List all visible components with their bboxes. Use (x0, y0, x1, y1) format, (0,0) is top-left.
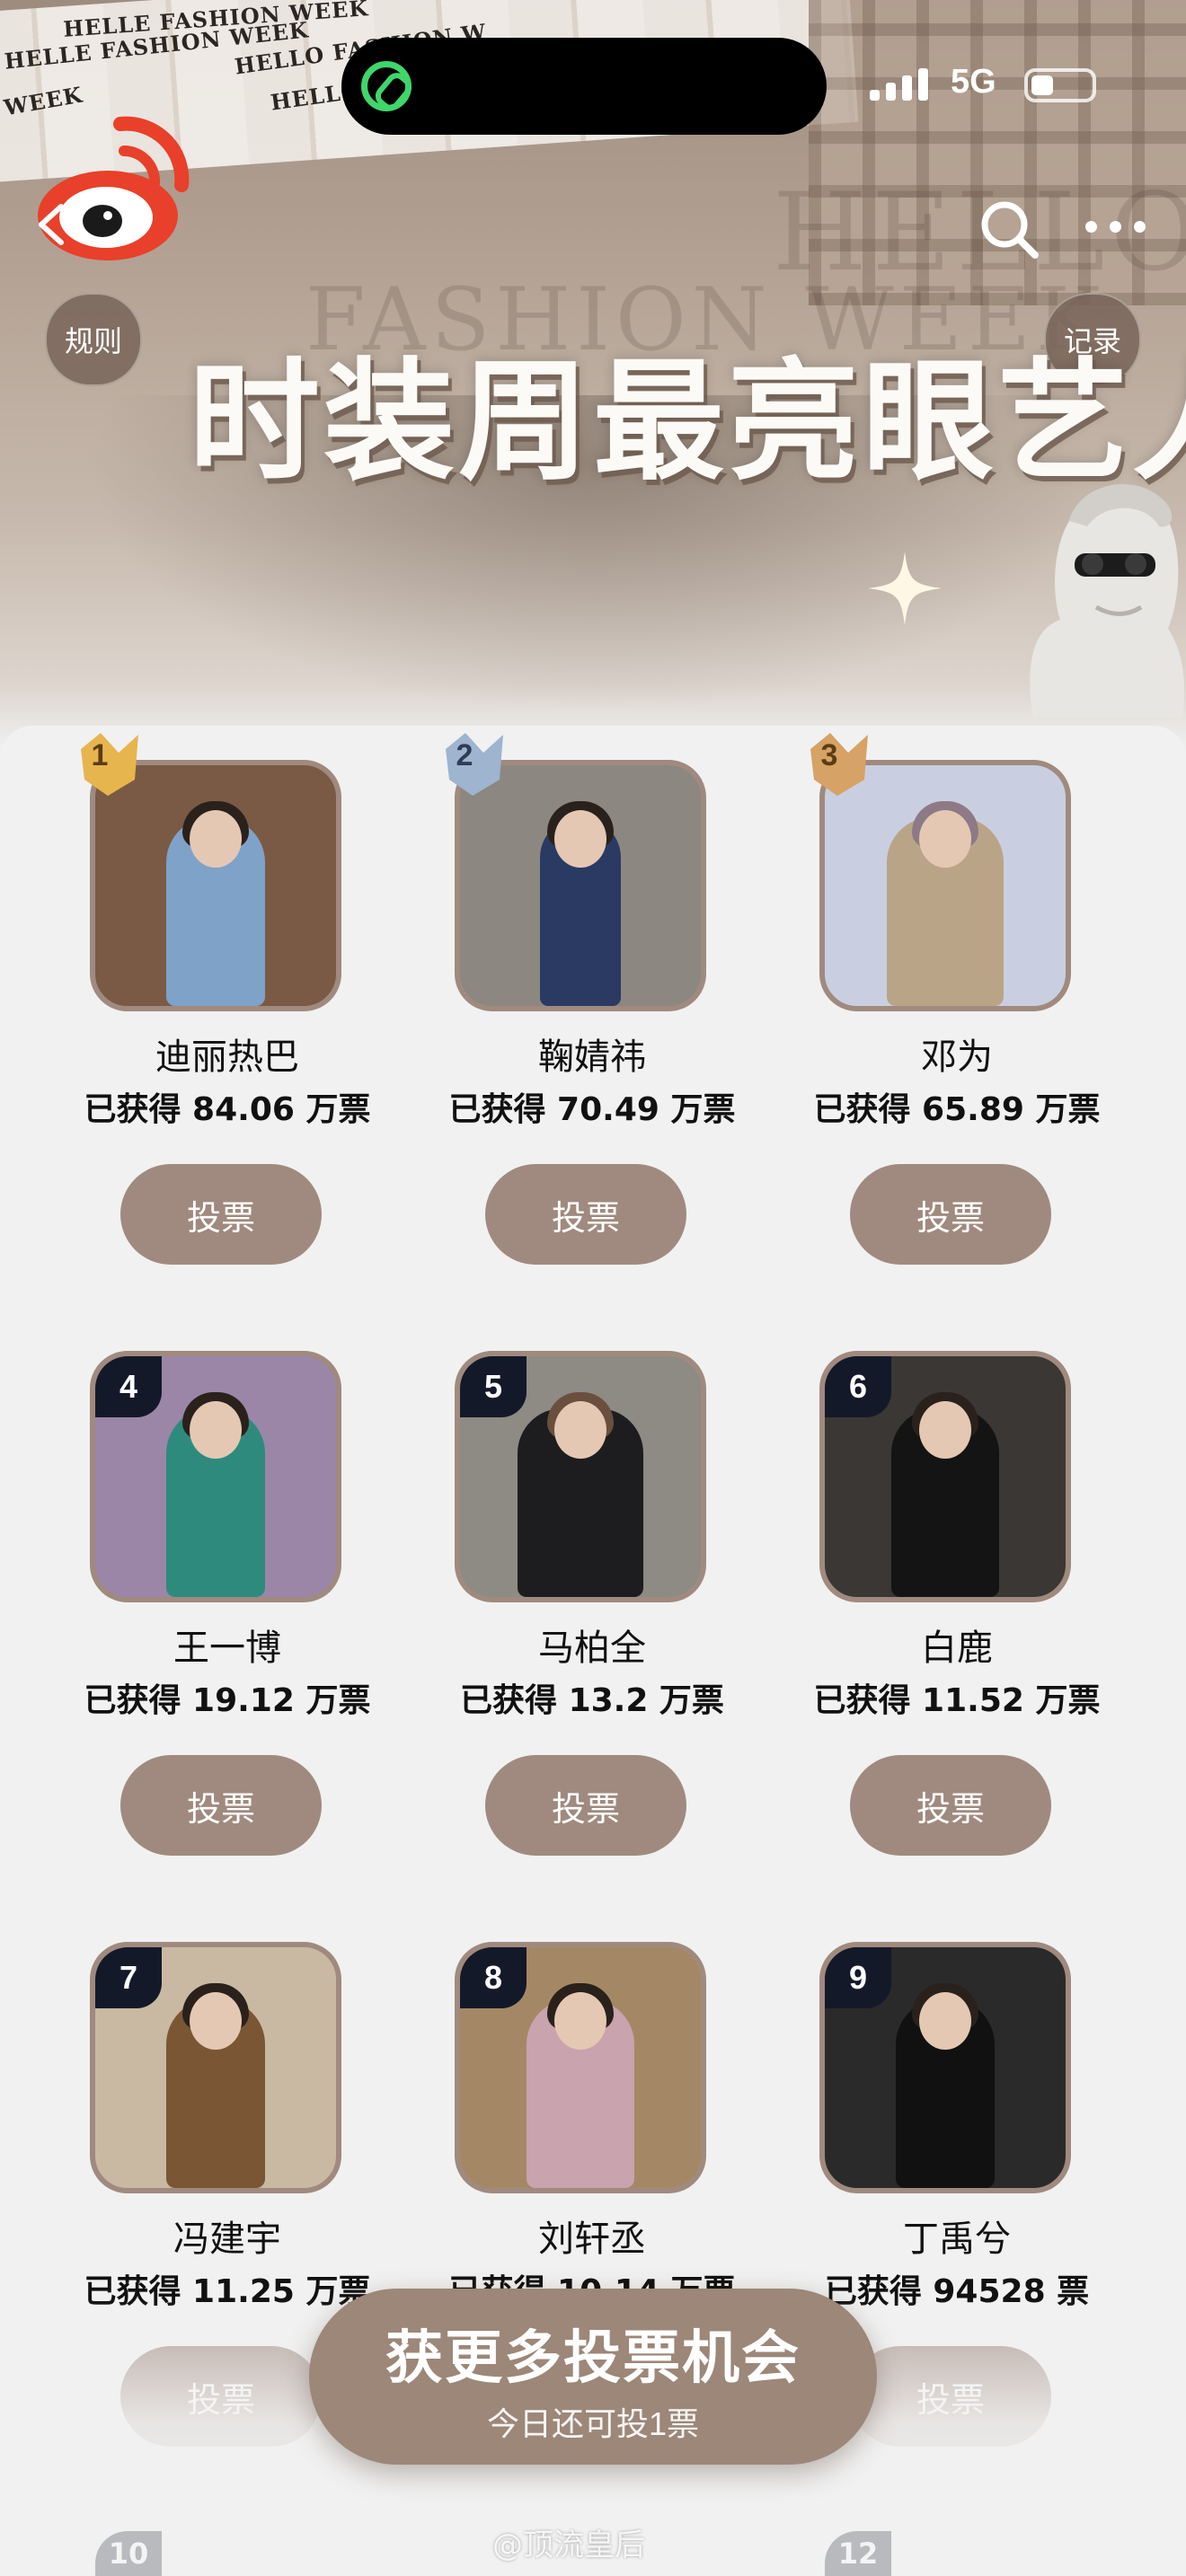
artist-name: 白鹿 (921, 1628, 993, 1669)
more-votes-button[interactable]: 获更多投票机会 今日还可投1票 (309, 2289, 877, 2465)
vote-button[interactable]: 投票 (850, 1755, 1051, 1856)
artist-name: 迪丽热巴 (155, 1037, 299, 1078)
artist-name: 冯建宇 (173, 2219, 281, 2260)
rank-badge: 8 (460, 1947, 527, 2008)
artist-card: 1 迪丽热巴 已获得 84.06 万票 投票 (45, 726, 410, 1283)
back-arrow-icon[interactable] (27, 199, 77, 250)
signal-icon (870, 68, 931, 101)
cta-title: 获更多投票机会 (385, 2325, 801, 2390)
vote-count: 已获得 19.12 万票 (84, 1682, 371, 1719)
hero-banner: HELLE FASHION WEEK HELLO FASHION W HELLO… (0, 0, 1186, 745)
more-icon[interactable] (1085, 221, 1148, 234)
artist-card: 5 马柏全 已获得 13.2 万票 投票 (410, 1317, 774, 1874)
sparkle-icon (868, 551, 942, 625)
rank-number: 1 (91, 738, 109, 772)
artist-card: 6 白鹿 已获得 11.52 万票 投票 (774, 1317, 1139, 1874)
search-icon[interactable] (978, 198, 1040, 260)
artist-card: 4 王一博 已获得 19.12 万票 投票 (45, 1317, 410, 1874)
vote-count: 已获得 65.89 万票 (813, 1091, 1101, 1128)
artist-name: 丁禹兮 (903, 2219, 1011, 2260)
artist-name: 刘轩丞 (538, 2219, 646, 2260)
rules-button[interactable]: 规则 (45, 293, 142, 386)
page-title: 时装周最亮眼艺人 (189, 345, 1186, 498)
artist-name: 鞠婧祎 (538, 1037, 646, 1078)
rank-number: 2 (456, 738, 474, 772)
rank-badge: 7 (95, 1947, 162, 2008)
vote-button[interactable]: 投票 (120, 1164, 322, 1265)
rank-badge: 5 (460, 1356, 527, 1417)
vote-button[interactable]: 投票 (120, 1755, 322, 1856)
artist-name: 邓为 (921, 1037, 993, 1078)
cta-subtitle: 今日还可投1票 (486, 2405, 700, 2442)
statue-bust-icon (1030, 483, 1185, 719)
vote-count: 已获得 11.52 万票 (813, 1682, 1101, 1719)
vote-button[interactable]: 投票 (850, 1164, 1051, 1265)
link-app-icon (361, 61, 412, 111)
dynamic-island (341, 38, 827, 135)
artist-card: 3 邓为 已获得 65.89 万票 投票 (774, 726, 1139, 1283)
artist-card: 2 鞠婧祎 已获得 70.49 万票 投票 (410, 726, 774, 1283)
rank-badge: 9 (825, 1947, 891, 2008)
artist-name: 马柏全 (538, 1628, 646, 1669)
vote-count: 已获得 13.2 万票 (460, 1682, 724, 1719)
rank-number: 3 (820, 738, 838, 772)
network-label: 5G (951, 63, 996, 101)
battery-icon (1024, 68, 1096, 102)
vote-button[interactable]: 投票 (485, 1755, 686, 1856)
vote-button[interactable]: 投票 (485, 1164, 686, 1265)
vote-count: 已获得 84.06 万票 (84, 1091, 371, 1128)
rank-badge: 4 (95, 1356, 162, 1417)
rank-badge: 6 (825, 1356, 891, 1417)
watermark: @顶流皇后 (492, 2527, 645, 2563)
vote-count: 已获得 70.49 万票 (448, 1091, 736, 1128)
artist-name: 王一博 (173, 1628, 281, 1669)
